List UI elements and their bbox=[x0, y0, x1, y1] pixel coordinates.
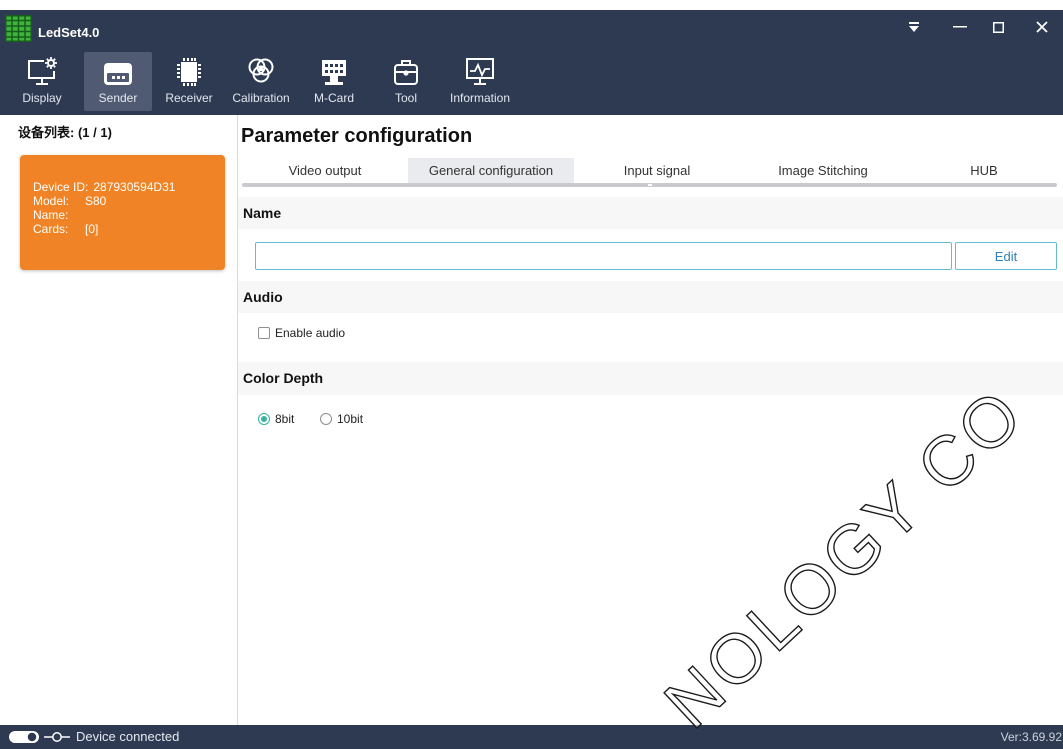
close-button[interactable] bbox=[1029, 16, 1055, 38]
device-name-row: Name: bbox=[33, 208, 225, 222]
tab-input-signal[interactable]: Input signal bbox=[574, 158, 740, 183]
device-id-label: Device ID: bbox=[33, 180, 89, 194]
toolbar-item-label: Tool bbox=[394, 91, 417, 105]
device-id-row: Device ID: 287930594D31 bbox=[33, 180, 225, 194]
toolbar-item-information[interactable]: Information bbox=[446, 52, 514, 111]
config-tabs: Video output General configuration Input… bbox=[242, 158, 1062, 183]
m-card-icon bbox=[322, 60, 346, 85]
toolbar-item-receiver[interactable]: Receiver bbox=[155, 52, 223, 111]
device-model-row: Model: S80 bbox=[33, 194, 225, 208]
device-list-title: 设备列表: (1 / 1) bbox=[18, 125, 112, 140]
toolbar-item-label: Display bbox=[22, 91, 62, 105]
plug-icon bbox=[44, 732, 70, 742]
toggle-icon bbox=[9, 731, 39, 743]
device-model-value: S80 bbox=[85, 194, 107, 208]
version-label: Ver:3.69.92 bbox=[1000, 730, 1062, 744]
toolbar-item-label: Calibration bbox=[232, 91, 290, 105]
connection-status: Device connected bbox=[76, 729, 180, 744]
toolbar-item-tool[interactable]: Tool bbox=[372, 52, 440, 111]
toolbar-item-m-card[interactable]: M-Card bbox=[300, 52, 368, 111]
toolbar-item-label: Information bbox=[449, 91, 511, 105]
led-panel-icon bbox=[5, 15, 32, 42]
device-cards-row: Cards: [0] bbox=[33, 222, 225, 236]
minimize-button[interactable] bbox=[948, 16, 972, 38]
toolbar-item-label: Receiver bbox=[165, 91, 213, 105]
app-window: LedSet4.0 Display Sender Receiver Calibr… bbox=[0, 0, 1063, 749]
device-list-panel: 设备列表: (1 / 1) Device ID: 287930594D31 Mod… bbox=[0, 115, 238, 725]
tool-icon bbox=[394, 60, 418, 85]
status-bar: Device connected Ver:3.69.92 bbox=[0, 725, 1063, 749]
tab-general-configuration[interactable]: General configuration bbox=[408, 158, 574, 183]
toolbar-item-display[interactable]: Display bbox=[8, 52, 76, 111]
section-audio-header: Audio bbox=[238, 281, 1063, 313]
toolbar-item-calibration[interactable]: Calibration bbox=[227, 52, 295, 111]
minimize-icon bbox=[953, 26, 967, 28]
toolbar-item-label: M-Card bbox=[313, 91, 354, 105]
dropdown-menu-button[interactable] bbox=[903, 16, 925, 38]
app-title: LedSet4.0 bbox=[38, 25, 100, 40]
close-icon bbox=[1036, 21, 1048, 33]
tab-scrollbar[interactable] bbox=[242, 183, 1057, 187]
display-icon bbox=[28, 57, 57, 85]
tab-video-output[interactable]: Video output bbox=[242, 158, 408, 183]
information-icon bbox=[466, 58, 494, 85]
maximize-button[interactable] bbox=[986, 16, 1010, 38]
color-depth-option-10bit[interactable]: 10bit bbox=[320, 412, 363, 426]
radio-8bit-label: 8bit bbox=[275, 412, 295, 426]
toolbar-item-label: Sender bbox=[98, 91, 138, 105]
section-audio-title: Audio bbox=[243, 289, 283, 305]
header-bar: LedSet4.0 Display Sender Receiver Calibr… bbox=[0, 10, 1063, 115]
dropdown-icon bbox=[909, 22, 919, 32]
tab-scroll-indicator bbox=[648, 184, 652, 186]
edit-button[interactable]: Edit bbox=[955, 242, 1057, 270]
parameter-panel: Parameter configuration Video output Gen… bbox=[238, 115, 1063, 725]
maximize-icon bbox=[992, 21, 1004, 33]
device-card[interactable]: Device ID: 287930594D31 Model: S80 Name: C… bbox=[20, 155, 225, 270]
toolbar-item-sender[interactable]: Sender bbox=[84, 52, 152, 111]
name-field[interactable] bbox=[255, 242, 952, 270]
section-name-title: Name bbox=[243, 205, 282, 221]
color-depth-option-8bit[interactable]: 8bit bbox=[258, 412, 294, 426]
led-panel-graphic bbox=[5, 15, 32, 42]
section-color-depth-title: Color Depth bbox=[243, 370, 324, 386]
radio-10bit[interactable] bbox=[320, 413, 332, 425]
sender-icon bbox=[104, 63, 132, 85]
device-id-value: 287930594D31 bbox=[93, 180, 176, 194]
enable-audio-label: Enable audio bbox=[275, 326, 346, 340]
section-name-header: Name bbox=[238, 197, 1063, 229]
radio-10bit-label: 10bit bbox=[337, 412, 364, 426]
page-title: Parameter configuration bbox=[241, 125, 473, 147]
receiver-icon bbox=[177, 58, 201, 86]
tab-hub[interactable]: HUB bbox=[906, 158, 1062, 183]
device-name-label: Name: bbox=[33, 208, 69, 222]
device-cards-label: Cards: bbox=[33, 222, 69, 236]
radio-8bit[interactable] bbox=[258, 413, 270, 425]
enable-audio-checkbox[interactable] bbox=[258, 327, 270, 339]
device-cards-value: [0] bbox=[85, 222, 99, 236]
section-color-depth-header: Color Depth bbox=[238, 362, 1063, 395]
tab-image-stitching[interactable]: Image Stitching bbox=[740, 158, 906, 183]
enable-audio-option[interactable]: Enable audio bbox=[258, 326, 345, 340]
calibration-icon bbox=[248, 58, 274, 83]
device-model-label: Model: bbox=[33, 194, 70, 208]
